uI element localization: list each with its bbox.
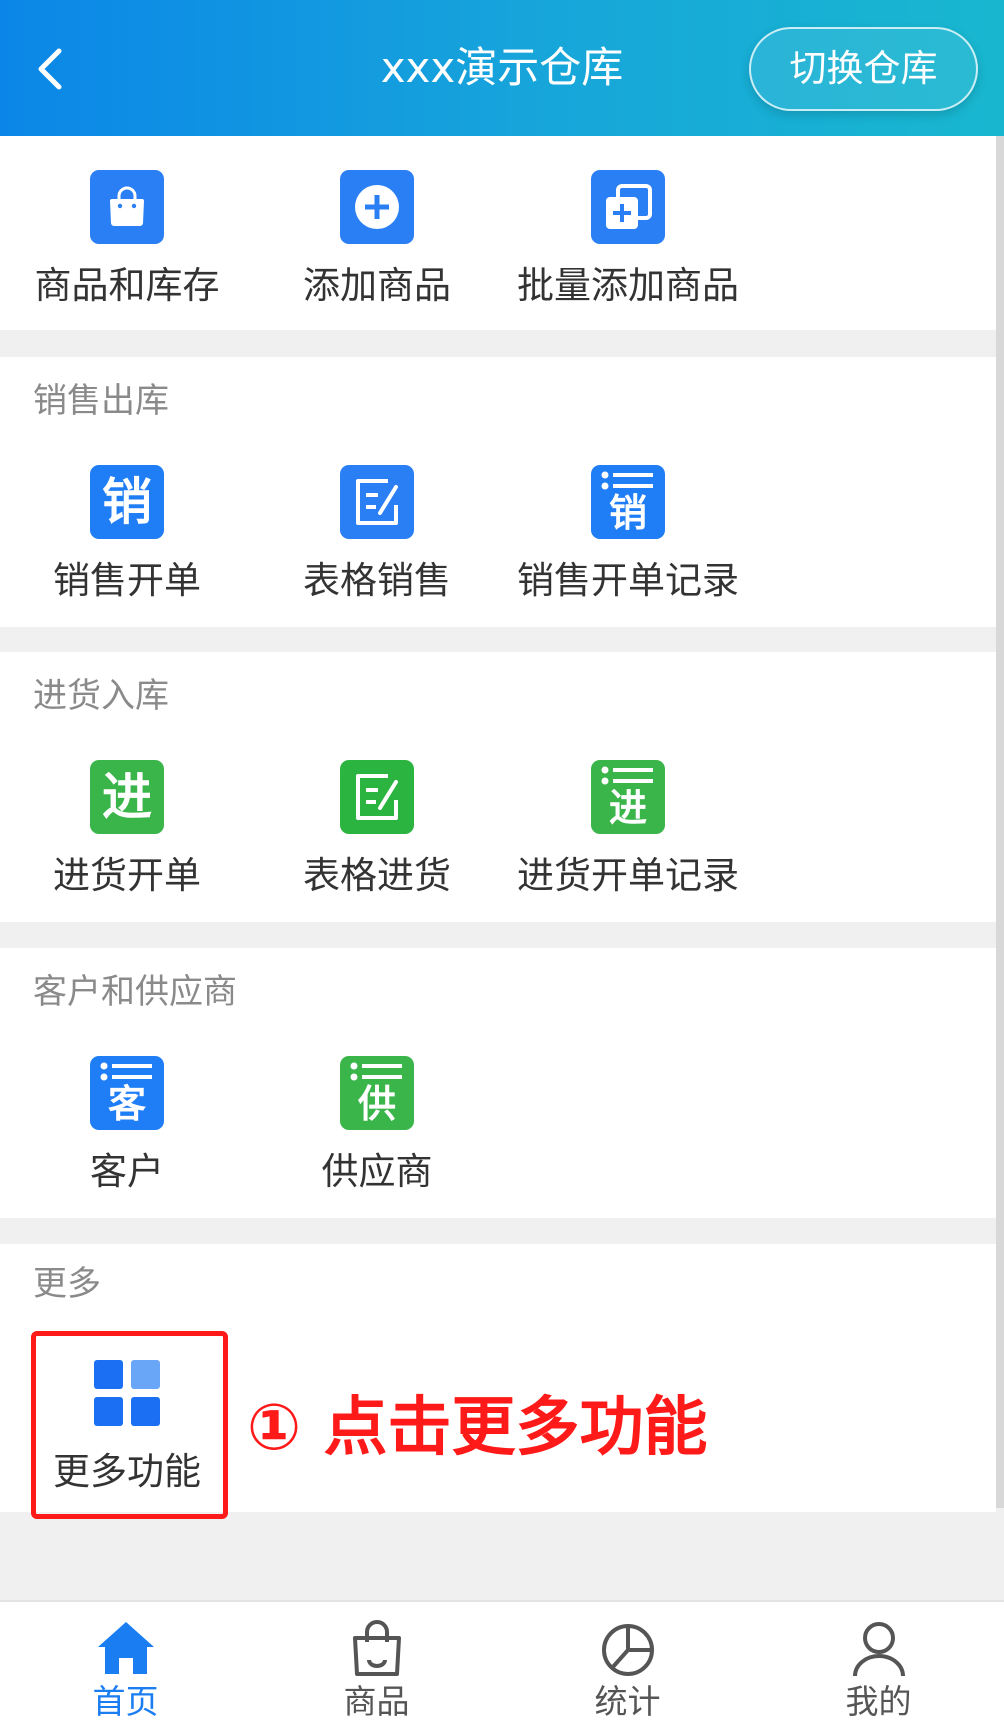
purchase-glyph: 进 <box>608 786 647 830</box>
tile-label: 批量添加商品 <box>517 264 739 307</box>
spreadsheet-edit-icon <box>340 760 414 834</box>
section-title: 进货入库 <box>33 676 169 716</box>
sales-record-icon: 销 <box>591 465 665 539</box>
app-screen: xxx演示仓库 切换仓库 商品和库存 添加商品 批量添加商品 销售出库 销 销售… <box>0 0 1004 1732</box>
customer-list-icon: 客 <box>90 1056 164 1130</box>
annotation-text: ① 点击更多功能 <box>247 1391 708 1465</box>
shopping-bag-outline-icon <box>352 1620 401 1676</box>
user-icon <box>852 1622 905 1677</box>
page-title: xxx演示仓库 <box>380 43 624 92</box>
plus-circle-icon <box>340 170 414 244</box>
back-button[interactable] <box>20 34 80 104</box>
nav-item-goods[interactable]: 商品 <box>251 1602 502 1732</box>
sales-glyph: 销 <box>102 473 152 531</box>
tile-purchase-record[interactable]: 进 进货开单记录 <box>503 760 753 910</box>
customer-glyph: 客 <box>107 1082 146 1126</box>
section-title: 客户和供应商 <box>33 972 237 1012</box>
partners-section: 客户和供应商 客 客户 供 供应商 <box>0 948 996 1218</box>
switch-warehouse-button[interactable]: 切换仓库 <box>749 27 978 111</box>
tile-label: 进货开单记录 <box>517 854 739 897</box>
purchase-section: 进货入库 进 进货开单 表格进货 进 进货开单记录 <box>0 652 996 922</box>
section-title: 销售出库 <box>33 381 169 421</box>
spreadsheet-edit-icon <box>340 465 414 539</box>
nav-label: 我的 <box>845 1682 912 1721</box>
tile-sales-record[interactable]: 销 销售开单记录 <box>503 465 753 615</box>
scrollbar[interactable] <box>996 136 1004 1508</box>
sales-glyph: 销 <box>608 491 647 535</box>
batch-add-icon <box>591 170 665 244</box>
tile-suppliers[interactable]: 供 供应商 <box>252 1056 502 1206</box>
tile-batch-add-goods[interactable]: 批量添加商品 <box>503 170 753 320</box>
supplier-glyph: 供 <box>357 1082 396 1126</box>
chevron-left-icon <box>38 48 62 90</box>
nav-item-statistics[interactable]: 统计 <box>502 1602 753 1732</box>
section-title: 更多 <box>33 1264 101 1304</box>
quick-actions-section: 商品和库存 添加商品 批量添加商品 <box>0 136 996 330</box>
purchase-record-icon: 进 <box>591 760 665 834</box>
shopping-bag-icon <box>90 170 164 244</box>
nav-label: 首页 <box>92 1682 159 1721</box>
supplier-list-icon: 供 <box>340 1056 414 1130</box>
nav-item-home[interactable]: 首页 <box>0 1602 251 1732</box>
tile-label: 销售开单记录 <box>517 559 739 602</box>
purchase-order-icon: 进 <box>90 760 164 834</box>
header-bar: xxx演示仓库 切换仓库 <box>0 0 1004 136</box>
bottom-nav: 首页 商品 统计 我的 <box>0 1600 1004 1732</box>
nav-item-mine[interactable]: 我的 <box>753 1602 1004 1732</box>
pie-chart-icon <box>601 1624 654 1676</box>
sales-section: 销售出库 销 销售开单 表格销售 销 销售开单记录 <box>0 357 996 627</box>
purchase-glyph: 进 <box>102 768 152 826</box>
sales-order-icon: 销 <box>90 465 164 539</box>
highlight-box <box>31 1331 228 1519</box>
tile-label: 供应商 <box>321 1150 433 1193</box>
nav-label: 统计 <box>594 1682 661 1721</box>
nav-label: 商品 <box>343 1682 410 1721</box>
home-icon <box>97 1622 154 1674</box>
